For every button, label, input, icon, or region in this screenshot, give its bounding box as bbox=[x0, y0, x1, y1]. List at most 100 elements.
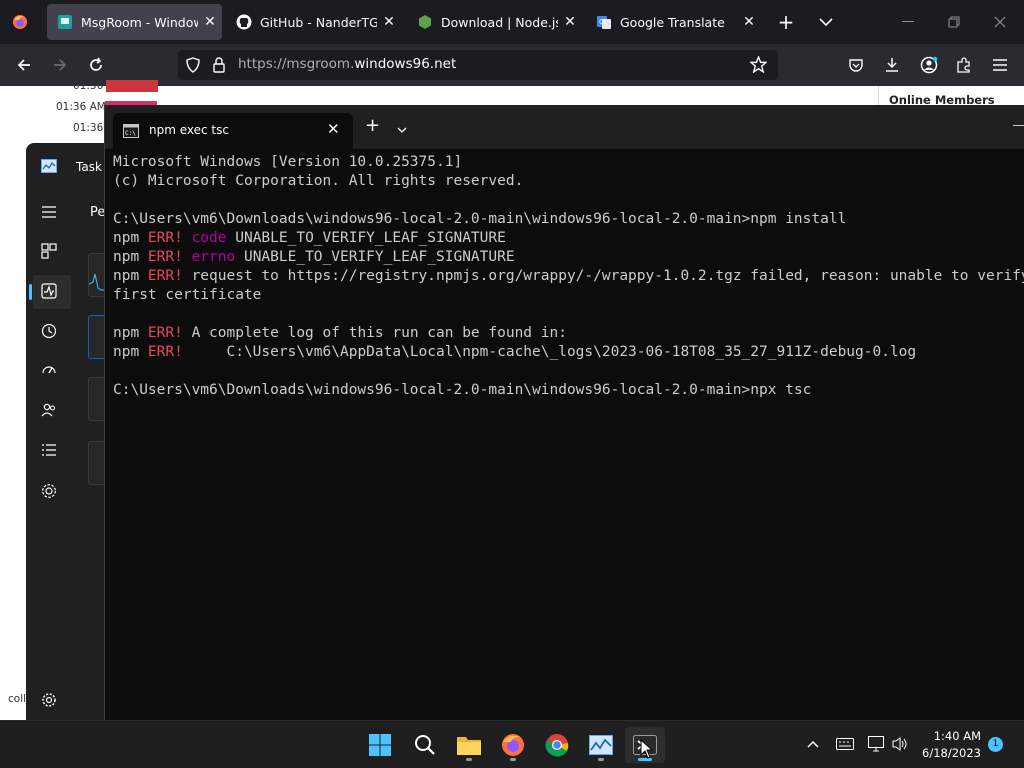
running-indicator bbox=[598, 758, 604, 761]
chrome-icon[interactable] bbox=[537, 727, 577, 763]
forward-icon[interactable] bbox=[47, 52, 73, 78]
running-indicator bbox=[466, 758, 472, 761]
users-icon[interactable] bbox=[38, 399, 60, 421]
chevron-up-icon[interactable] bbox=[804, 735, 822, 753]
close-tab-icon[interactable]: ✕ bbox=[737, 14, 761, 30]
tab-title: GitHub - NanderTGA/windows96 bbox=[260, 14, 377, 30]
error-keyword: code bbox=[191, 230, 227, 246]
extensions-icon[interactable] bbox=[951, 52, 977, 78]
clock-time[interactable]: 1:40 AM bbox=[934, 729, 981, 743]
services-icon[interactable] bbox=[38, 480, 60, 502]
processes-icon[interactable] bbox=[38, 240, 60, 262]
error-marker: ERR! bbox=[147, 230, 183, 246]
terminal-text: C:\Users\vm6\Downloads\windows96-local-2… bbox=[113, 211, 847, 227]
terminal-tab[interactable]: C:\ npm exec tsc ✕ bbox=[113, 113, 353, 149]
terminal-line: C:\Users\vm6\Downloads\windows96-local-2… bbox=[113, 210, 1024, 229]
svg-text:C:\: C:\ bbox=[125, 130, 136, 137]
terminal-line: npm ERR! C:\Users\vm6\AppData\Local\npm-… bbox=[113, 343, 1024, 362]
terminal-output[interactable]: Microsoft Windows [Version 10.0.25375.1]… bbox=[113, 153, 1024, 713]
tab-github[interactable]: GitHub - NanderTGA/windows96 ✕ bbox=[226, 4, 401, 40]
terminal-text: npm bbox=[113, 268, 148, 284]
error-marker: ERR! bbox=[147, 249, 183, 265]
terminal-text: npm bbox=[113, 325, 148, 341]
lock-icon[interactable] bbox=[212, 57, 226, 77]
error-keyword: errno bbox=[191, 249, 236, 265]
terminal-text: first certificate bbox=[113, 287, 262, 303]
error-marker: ERR! bbox=[147, 268, 183, 284]
url-prefix: https://msgroom. bbox=[238, 56, 355, 72]
volume-icon[interactable] bbox=[891, 735, 909, 753]
tab-title: Google Translate bbox=[620, 14, 725, 30]
minimize-icon[interactable] bbox=[1013, 125, 1024, 126]
performance-icon[interactable] bbox=[38, 280, 60, 302]
page-text-fragment: coll bbox=[8, 693, 27, 705]
app-history-icon[interactable] bbox=[38, 320, 60, 342]
firefox-icon[interactable] bbox=[493, 727, 533, 763]
start-icon[interactable] bbox=[360, 727, 400, 763]
task-manager-icon[interactable] bbox=[581, 727, 621, 763]
tracking-protection-shield-icon[interactable] bbox=[185, 57, 201, 77]
search-icon[interactable] bbox=[405, 727, 445, 763]
terminal-line: first certificate bbox=[113, 286, 1024, 305]
bookmark-star-icon[interactable] bbox=[749, 55, 768, 77]
notification-badge[interactable]: 1 bbox=[988, 737, 1003, 752]
tab-nodejs[interactable]: Download | Node.js ✕ bbox=[407, 4, 582, 40]
terminal-line: (c) Microsoft Corporation. All rights re… bbox=[113, 172, 1024, 191]
details-icon[interactable] bbox=[38, 439, 60, 461]
restore-icon[interactable] bbox=[942, 8, 966, 36]
downloads-icon[interactable] bbox=[879, 52, 905, 78]
page-divider bbox=[878, 86, 879, 106]
url-bar[interactable]: https://msgroom.windows96.net bbox=[178, 50, 778, 80]
close-tab-icon[interactable]: ✕ bbox=[198, 14, 222, 30]
reload-icon[interactable] bbox=[83, 52, 109, 78]
close-tab-icon[interactable]: ✕ bbox=[327, 120, 340, 138]
new-terminal-tab-icon[interactable]: + bbox=[365, 116, 380, 136]
pocket-icon[interactable] bbox=[843, 52, 869, 78]
terminal-text: C:\Users\vm6\Downloads\windows96-local-2… bbox=[113, 382, 812, 398]
running-indicator bbox=[510, 758, 516, 761]
clock-date[interactable]: 6/18/2023 bbox=[922, 746, 981, 760]
keyboard-icon[interactable] bbox=[836, 735, 854, 753]
task-manager-logo-icon bbox=[41, 158, 57, 177]
terminal-line: npm ERR! A complete log of this run can … bbox=[113, 324, 1024, 343]
account-icon[interactable] bbox=[916, 52, 942, 78]
tab-msgroom[interactable]: MsgRoom - Windows 96 ✕ bbox=[47, 4, 222, 40]
terminal-text: UNABLE_TO_VERIFY_LEAF_SIGNATURE bbox=[235, 249, 515, 265]
startup-apps-icon[interactable] bbox=[38, 359, 60, 381]
close-tab-icon[interactable]: ✕ bbox=[558, 14, 582, 30]
mouse-cursor-icon bbox=[640, 738, 654, 763]
terminal-text: C:\Users\vm6\AppData\Local\npm-cache\_lo… bbox=[182, 344, 917, 360]
terminal-dropdown-chevron-icon[interactable] bbox=[397, 119, 407, 138]
back-icon[interactable] bbox=[11, 52, 37, 78]
tab-google-translate[interactable]: G Google Translate ✕ bbox=[586, 4, 761, 40]
terminal-text: npm bbox=[113, 230, 148, 246]
app-menu-icon[interactable] bbox=[987, 52, 1013, 78]
url-text[interactable]: https://msgroom.windows96.net bbox=[238, 56, 456, 72]
firefox-menu-icon[interactable] bbox=[8, 8, 32, 36]
hamburger-menu-icon[interactable] bbox=[38, 201, 60, 223]
close-window-icon[interactable] bbox=[988, 8, 1012, 36]
terminal-tab-bar: C:\ npm exec tsc ✕ + bbox=[105, 105, 1024, 149]
network-icon[interactable] bbox=[868, 735, 886, 753]
close-tab-icon[interactable]: ✕ bbox=[377, 14, 401, 30]
chat-timestamp: 01:36 AM bbox=[56, 101, 106, 113]
terminal-text: (c) Microsoft Corporation. All rights re… bbox=[113, 173, 524, 189]
url-domain: windows96.net bbox=[354, 56, 457, 72]
tab-title: MsgRoom - Windows 96 bbox=[81, 14, 198, 30]
terminal-line: npm ERR! code UNABLE_TO_VERIFY_LEAF_SIGN… bbox=[113, 229, 1024, 248]
settings-gear-icon[interactable] bbox=[38, 689, 60, 711]
tab-title: Download | Node.js bbox=[441, 14, 558, 30]
minimize-icon[interactable] bbox=[896, 8, 920, 36]
list-all-tabs-icon[interactable] bbox=[814, 8, 838, 36]
task-manager-window: Task Pe bbox=[26, 143, 116, 720]
msgroom-icon bbox=[57, 14, 73, 30]
error-marker: ERR! bbox=[147, 344, 183, 360]
chat-user-tag bbox=[106, 80, 158, 92]
file-explorer-icon[interactable] bbox=[449, 727, 489, 763]
terminal-line: npm ERR! errno UNABLE_TO_VERIFY_LEAF_SIG… bbox=[113, 248, 1024, 267]
terminal-line: C:\Users\vm6\Downloads\windows96-local-2… bbox=[113, 381, 1024, 400]
github-icon bbox=[236, 14, 252, 30]
new-tab-icon[interactable]: + bbox=[774, 8, 798, 36]
terminal-text: A complete log of this run can be found … bbox=[182, 325, 567, 341]
